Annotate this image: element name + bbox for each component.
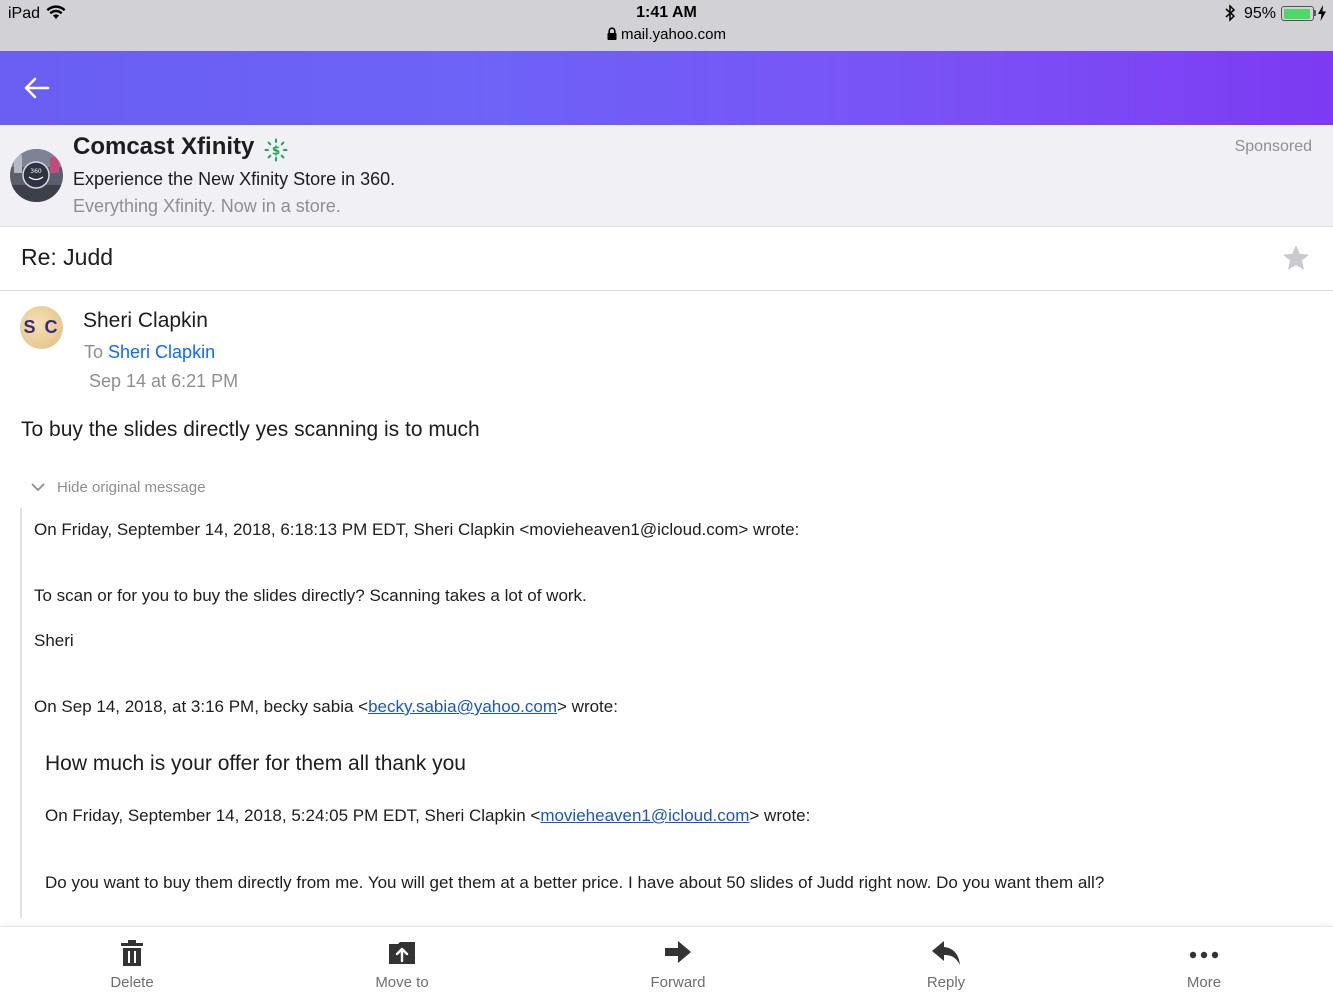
subject-bar: Re: Judd — [0, 227, 1333, 291]
quote-line-3: Do you want to buy them directly from me… — [45, 873, 1105, 892]
avatar[interactable]: S C — [20, 306, 63, 349]
ad-headline: Experience the New Xfinity Store in 360. — [73, 169, 396, 189]
advertiser-logo: 360 — [10, 149, 63, 202]
move-to-button[interactable]: Move to — [332, 927, 472, 1000]
more-button[interactable]: More — [1134, 927, 1274, 1000]
dollar-sun-icon: $ — [264, 138, 288, 167]
bluetooth-icon — [1224, 4, 1236, 27]
folder-move-icon — [388, 940, 416, 971]
charging-icon — [1318, 5, 1326, 26]
star-icon[interactable] — [1281, 243, 1311, 278]
status-bar: iPad 1:41 AM mail.yahoo.com 95% — [0, 0, 1333, 51]
quote-line-2: How much is your offer for them all than… — [45, 752, 466, 775]
lock-icon — [607, 27, 617, 44]
ad-tagline: Everything Xfinity. Now in a store. — [73, 196, 341, 216]
quote-signature: Sheri — [34, 631, 74, 650]
quote-header-2: On Sep 14, 2018, at 3:16 PM, becky sabia… — [34, 697, 618, 717]
logo-text: 360 — [30, 168, 42, 175]
trash-icon — [120, 940, 144, 971]
sponsored-ad[interactable]: 360 Comcast Xfinity $ Experience the New… — [0, 125, 1333, 227]
email-body: To buy the slides directly yes scanning … — [21, 418, 480, 441]
forward-button[interactable]: Forward — [608, 927, 748, 1000]
quote-header-1: On Friday, September 14, 2018, 6:18:13 P… — [34, 520, 800, 539]
advertiser-name: Comcast Xfinity — [73, 133, 255, 160]
url-text: mail.yahoo.com — [620, 26, 727, 43]
more-dots-icon — [1189, 946, 1219, 964]
email-link-sheri[interactable]: movieheaven1@icloud.com — [540, 806, 749, 825]
reply-button[interactable]: Reply — [876, 927, 1016, 1000]
sent-date: Sep 14 at 6:21 PM — [89, 371, 239, 391]
reply-arrow-icon — [931, 940, 961, 971]
reply-label: Reply — [926, 974, 966, 991]
bottom-toolbar: Delete Move to Forward Reply More — [0, 926, 1333, 1000]
sender-name[interactable]: Sheri Clapkin — [83, 309, 208, 333]
email-link-becky[interactable]: becky.sabia@yahoo.com — [368, 697, 557, 716]
battery-percent: 95% — [1244, 5, 1277, 22]
quoted-message: On Friday, September 14, 2018, 6:18:13 P… — [20, 508, 1320, 918]
battery-tip — [1314, 10, 1316, 16]
quote-header-2-suffix: > wrote: — [557, 697, 618, 716]
quote-header-3-prefix: On Friday, September 14, 2018, 5:24:05 P… — [45, 806, 541, 825]
hide-original-label: Hide original message — [57, 479, 206, 496]
hide-original-toggle[interactable]: Hide original message — [31, 479, 205, 496]
recipient-name[interactable]: Sheri Clapkin — [108, 342, 215, 362]
forward-label: Forward — [650, 974, 706, 991]
quote-header-2-prefix: On Sep 14, 2018, at 3:16 PM, becky sabia… — [34, 697, 369, 716]
app-header — [0, 51, 1333, 125]
more-label: More — [1186, 974, 1222, 991]
forward-arrow-icon — [664, 940, 692, 969]
move-to-label: Move to — [375, 974, 429, 991]
sponsored-label: Sponsored — [1234, 138, 1312, 155]
delete-button[interactable]: Delete — [62, 927, 202, 1000]
quote-header-3: On Friday, September 14, 2018, 5:24:05 P… — [45, 806, 810, 826]
battery-icon — [1281, 6, 1314, 21]
quote-header-3-suffix: > wrote: — [749, 806, 811, 825]
svg-text:$: $ — [272, 144, 280, 158]
url-bar[interactable]: mail.yahoo.com — [0, 26, 1333, 44]
delete-label: Delete — [110, 974, 154, 991]
email-subject: Re: Judd — [21, 244, 114, 270]
to-prefix: To — [84, 342, 104, 362]
recipient-line: To Sheri Clapkin — [84, 342, 215, 363]
avatar-initials: S C — [23, 317, 60, 337]
quote-line-1: To scan or for you to buy the slides dir… — [34, 586, 587, 605]
clock: 1:41 AM — [636, 4, 697, 21]
chevron-down-icon — [31, 483, 45, 491]
arrow-left-icon[interactable] — [22, 75, 52, 101]
